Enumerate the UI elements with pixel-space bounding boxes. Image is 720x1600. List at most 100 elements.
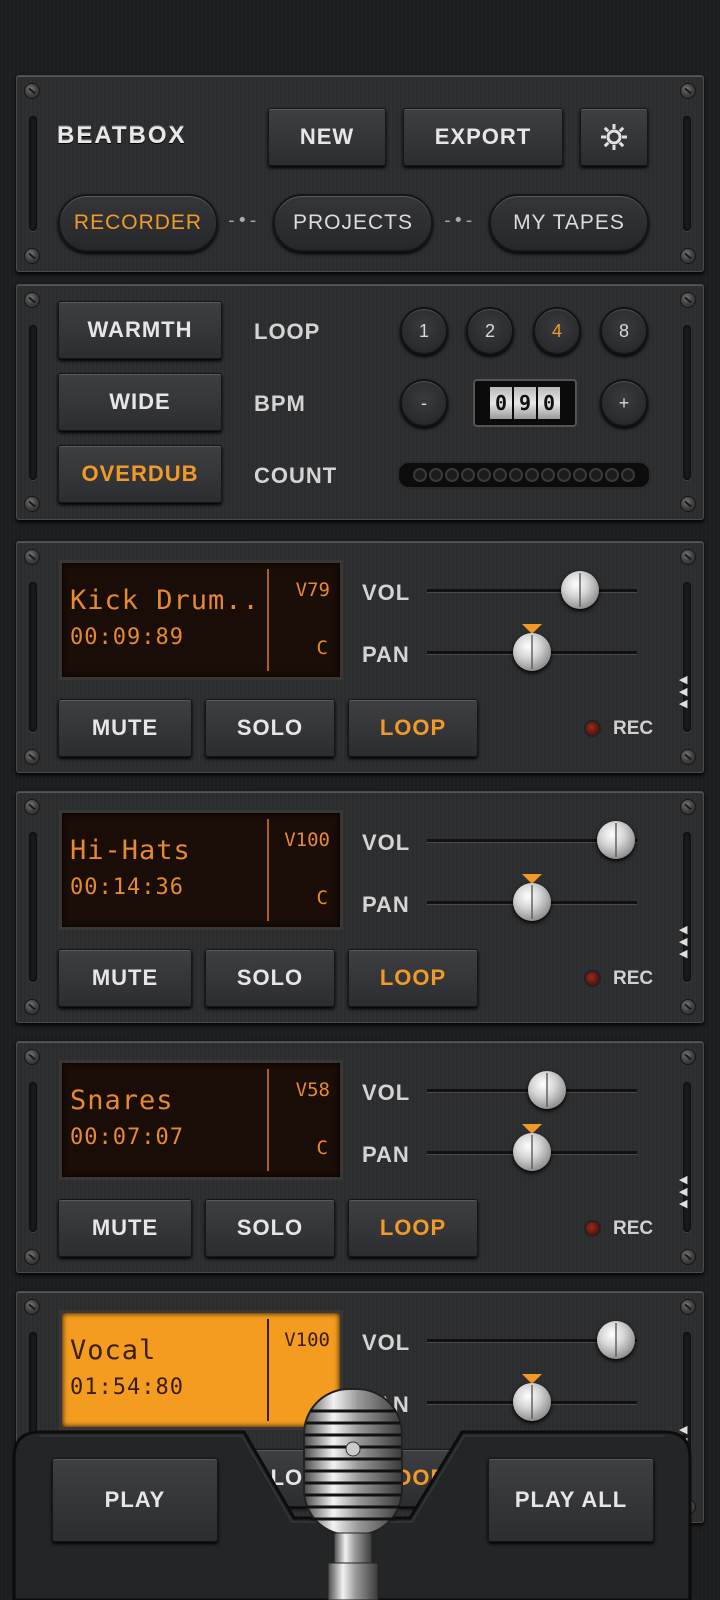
- vol-slider-track[interactable]: [427, 589, 637, 592]
- screw-icon: [681, 750, 695, 764]
- vol-slider-knob[interactable]: [527, 1071, 566, 1109]
- side-rail: [29, 325, 37, 480]
- loop-button[interactable]: LOOP: [348, 949, 478, 1007]
- screw-icon: [681, 1300, 695, 1314]
- screw-icon: [681, 800, 695, 814]
- count-led: [445, 468, 459, 482]
- pan-slider-knob[interactable]: [513, 1133, 551, 1171]
- count-led: [557, 468, 571, 482]
- count-label: COUNT: [254, 463, 338, 488]
- count-led: [461, 468, 475, 482]
- screw-icon: [25, 1000, 39, 1014]
- loop-option-4[interactable]: 4: [533, 307, 581, 355]
- vol-slider-knob[interactable]: [597, 821, 635, 859]
- pan-slider-knob[interactable]: [513, 633, 551, 671]
- side-rail: [29, 832, 37, 982]
- screw-icon: [25, 249, 39, 263]
- display-divider: [267, 1319, 269, 1421]
- tab-recorder[interactable]: RECORDER: [58, 194, 218, 252]
- solo-button[interactable]: SOLO: [205, 699, 335, 757]
- track-panel-3: ◀ ◀ ◀ Snares 00:07:07 V58 C VOL PAN MUTE S…: [16, 1041, 704, 1273]
- count-led: [589, 468, 603, 482]
- tab-my-tapes[interactable]: MY TAPES: [489, 194, 649, 252]
- nav-connector: -•-: [442, 210, 475, 231]
- play-button[interactable]: PLAY: [52, 1458, 218, 1542]
- count-led: [509, 468, 523, 482]
- solo-button[interactable]: SOLO: [205, 1199, 335, 1257]
- track-time: 00:09:89: [70, 625, 184, 650]
- bpm-digit: 0: [538, 387, 560, 419]
- count-led: [429, 468, 443, 482]
- track-velocity: V100: [284, 1329, 330, 1351]
- rec-indicator: [586, 972, 599, 985]
- vol-slider-knob[interactable]: [561, 571, 600, 609]
- track-display: Hi-Hats 00:14:36 V100 C: [59, 810, 343, 930]
- track-key: C: [316, 637, 328, 659]
- wide-button[interactable]: WIDE: [58, 373, 222, 431]
- screw-icon: [25, 750, 39, 764]
- count-led: [525, 468, 539, 482]
- header-panel: BEATBOX NEW EXPORT RECORDER -•- PROJECTS…: [16, 75, 704, 272]
- mute-button[interactable]: MUTE: [58, 1199, 192, 1257]
- side-rail: [29, 582, 37, 732]
- side-rail: [683, 116, 691, 231]
- screw-icon: [681, 497, 695, 511]
- vol-slider-knob[interactable]: [597, 1321, 635, 1359]
- pan-slider-knob[interactable]: [513, 1383, 551, 1421]
- loop-button[interactable]: LOOP: [348, 699, 478, 757]
- screw-icon: [25, 800, 39, 814]
- collapse-arrows-icon[interactable]: ◀◀◀: [679, 1174, 689, 1210]
- pan-slider-knob[interactable]: [513, 883, 551, 921]
- mute-button[interactable]: MUTE: [58, 699, 192, 757]
- track-velocity: V79: [295, 579, 330, 601]
- screw-icon: [681, 293, 695, 307]
- rec-arm-button[interactable]: REC: [613, 1218, 653, 1240]
- bpm-increase-button[interactable]: +: [600, 379, 648, 427]
- solo-button[interactable]: SOLO: [205, 949, 335, 1007]
- microphone-icon[interactable]: [300, 1385, 406, 1600]
- count-led: [605, 468, 619, 482]
- screw-icon: [681, 84, 695, 98]
- play-all-button[interactable]: PLAY ALL: [488, 1458, 654, 1542]
- collapse-arrows-icon[interactable]: ◀◀◀: [679, 674, 689, 710]
- count-led: [541, 468, 555, 482]
- pan-label: PAN: [362, 1142, 410, 1167]
- collapse-arrows-icon[interactable]: ◀◀◀: [679, 924, 689, 960]
- track-key: C: [316, 1137, 328, 1159]
- track-display: Kick Drum.. 00:09:89 V79 C: [59, 560, 343, 680]
- vol-label: VOL: [362, 1330, 411, 1355]
- track-panel-2: ◀ ◀ ◀ Hi-Hats 00:14:36 V100 C VOL PAN MUTE…: [16, 791, 704, 1023]
- vol-label: VOL: [362, 830, 411, 855]
- new-button[interactable]: NEW: [268, 108, 386, 166]
- loop-button[interactable]: LOOP: [348, 1199, 478, 1257]
- vol-label: VOL: [362, 580, 411, 605]
- loop-option-8[interactable]: 8: [600, 307, 648, 355]
- loop-option-1[interactable]: 1: [400, 307, 448, 355]
- bpm-decrease-button[interactable]: -: [400, 379, 448, 427]
- count-led-bar: [397, 461, 651, 489]
- mute-button[interactable]: MUTE: [58, 949, 192, 1007]
- overdub-button[interactable]: OVERDUB: [58, 445, 222, 503]
- track-velocity: V58: [295, 1079, 330, 1101]
- warmth-button[interactable]: WARMTH: [58, 301, 222, 359]
- screw-icon: [681, 1000, 695, 1014]
- count-led: [493, 468, 507, 482]
- screw-icon: [681, 1250, 695, 1264]
- settings-button[interactable]: [580, 108, 648, 166]
- nav-connector: -•-: [226, 210, 259, 231]
- export-button[interactable]: EXPORT: [403, 108, 563, 166]
- side-rail: [29, 116, 37, 231]
- track-name: Snares: [70, 1085, 174, 1116]
- bpm-label: BPM: [254, 391, 306, 416]
- pan-label: PAN: [362, 642, 410, 667]
- tab-projects[interactable]: PROJECTS: [273, 194, 433, 252]
- vol-label: VOL: [362, 1080, 411, 1105]
- bpm-counter: 0 9 0: [473, 379, 577, 427]
- rec-arm-button[interactable]: REC: [613, 718, 653, 740]
- loop-option-2[interactable]: 2: [466, 307, 514, 355]
- count-led: [477, 468, 491, 482]
- track-velocity: V100: [284, 829, 330, 851]
- screw-icon: [25, 293, 39, 307]
- rec-indicator: [586, 722, 599, 735]
- rec-arm-button[interactable]: REC: [613, 968, 653, 990]
